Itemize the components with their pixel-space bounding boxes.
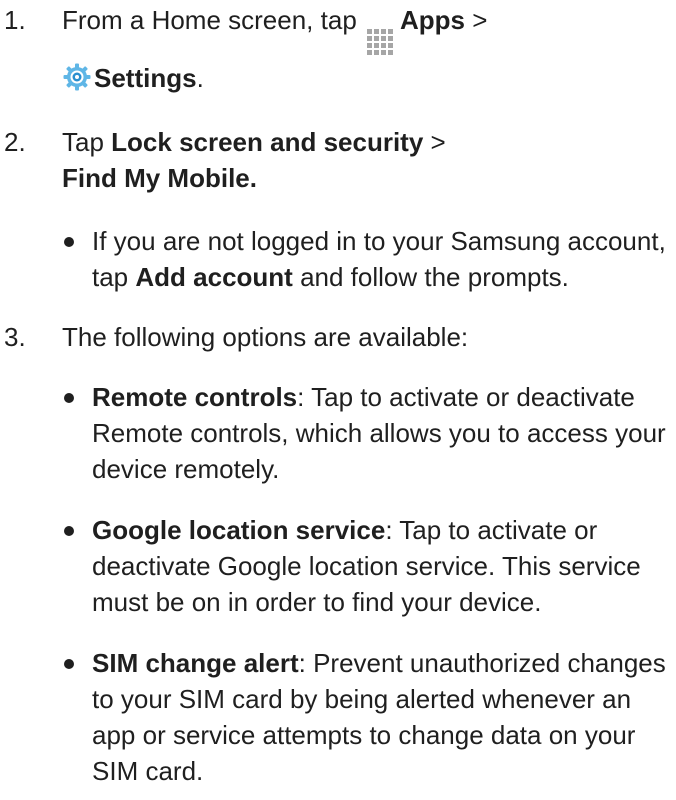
settings-label: Settings [94, 63, 197, 93]
separator: > [472, 5, 488, 35]
list-item: If you are not logged in to your Samsung… [62, 223, 676, 295]
bullet-icon [64, 659, 74, 669]
bullet-bold-text: SIM change alert [92, 648, 299, 678]
apps-label: Apps [400, 5, 466, 35]
bullet-icon [64, 237, 74, 247]
bullet-bold-text: Remote controls [92, 382, 298, 412]
lock-screen-label: Lock screen and security [111, 127, 424, 157]
step-text: Tap [62, 127, 104, 157]
list-item: SIM change alert: Prevent unauthorized c… [62, 645, 676, 789]
step-2-text: Tap Lock screen and security > Find My M… [62, 124, 676, 196]
separator: > [430, 127, 446, 157]
bullet-icon [64, 393, 74, 403]
step-number: 2. [4, 127, 26, 157]
step-3-text: The following options are available: [62, 322, 469, 352]
apps-grid-icon [366, 28, 398, 60]
bullet-bold-text: Add account [135, 262, 293, 292]
instructions-page: 1. From a Home screen, tap Apps > Settin… [0, 0, 676, 800]
bullet-text: and follow the prompts. [300, 262, 569, 292]
step-text: . [196, 63, 204, 93]
list-item: Remote controls: Tap to activate or deac… [62, 379, 676, 487]
list-item: Google location service: Tap to activate… [62, 512, 676, 620]
step-3: 3. The following options are available: … [0, 319, 676, 789]
step-1: 1. From a Home screen, tap Apps > Settin… [0, 2, 676, 96]
settings-gear-icon [63, 63, 91, 91]
bullet-list: Remote controls: Tap to activate or deac… [62, 379, 676, 789]
bullet-bold-text: Google location service [92, 515, 386, 545]
bullet-icon [64, 526, 74, 536]
step-text: From a Home screen, tap [62, 5, 357, 35]
step-2: 2. Tap Lock screen and security > Find M… [0, 124, 676, 295]
find-my-mobile-label: Find My Mobile. [62, 163, 257, 193]
bullet-list: If you are not logged in to your Samsung… [62, 223, 676, 295]
step-number: 1. [4, 5, 26, 35]
step-1-text: From a Home screen, tap Apps > Settings. [62, 2, 676, 96]
step-number: 3. [4, 322, 26, 352]
